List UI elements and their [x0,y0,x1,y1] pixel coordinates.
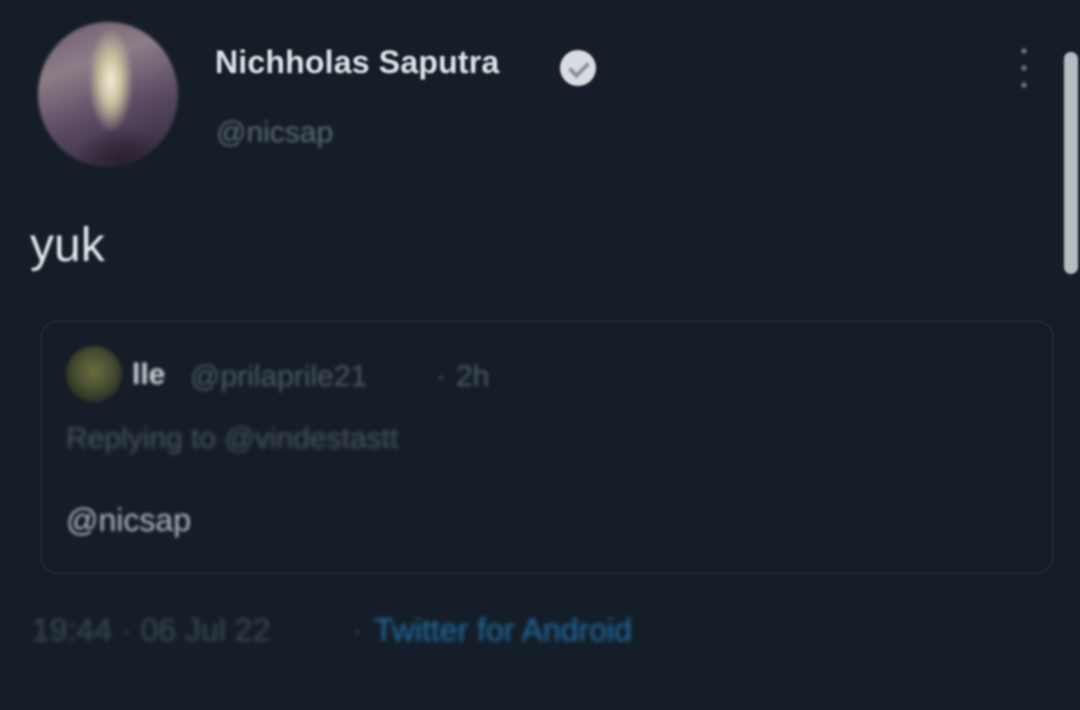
quoted-author-handle: @prilaprile21 [190,360,368,393]
quoted-replying-to: Replying to @vindestastt [66,422,399,455]
tweet-text: yuk [30,219,105,272]
meta-separator: · [352,612,363,648]
quoted-tweet-text: @nicsap [66,502,191,538]
tweet-detail-screen: Nichholas Saputra @nicsap yuk lle @prila… [0,0,1080,710]
author-handle[interactable]: @nicsap [216,116,333,150]
verified-badge-icon [560,50,596,86]
scrollbar-thumb[interactable] [1064,52,1078,274]
quoted-author-avatar[interactable] [66,346,122,402]
quoted-timestamp: 2h [456,360,490,393]
author-avatar[interactable] [38,22,178,167]
tweet-source-link[interactable]: Twitter for Android [374,612,632,649]
tweet-timestamp: 19:44 · 06 Jul 22 [32,612,271,648]
author-name[interactable]: Nichholas Saputra [215,44,499,81]
quoted-separator: · [436,360,446,393]
more-options-icon[interactable] [1017,48,1031,88]
quoted-author-name: lle [132,358,166,391]
